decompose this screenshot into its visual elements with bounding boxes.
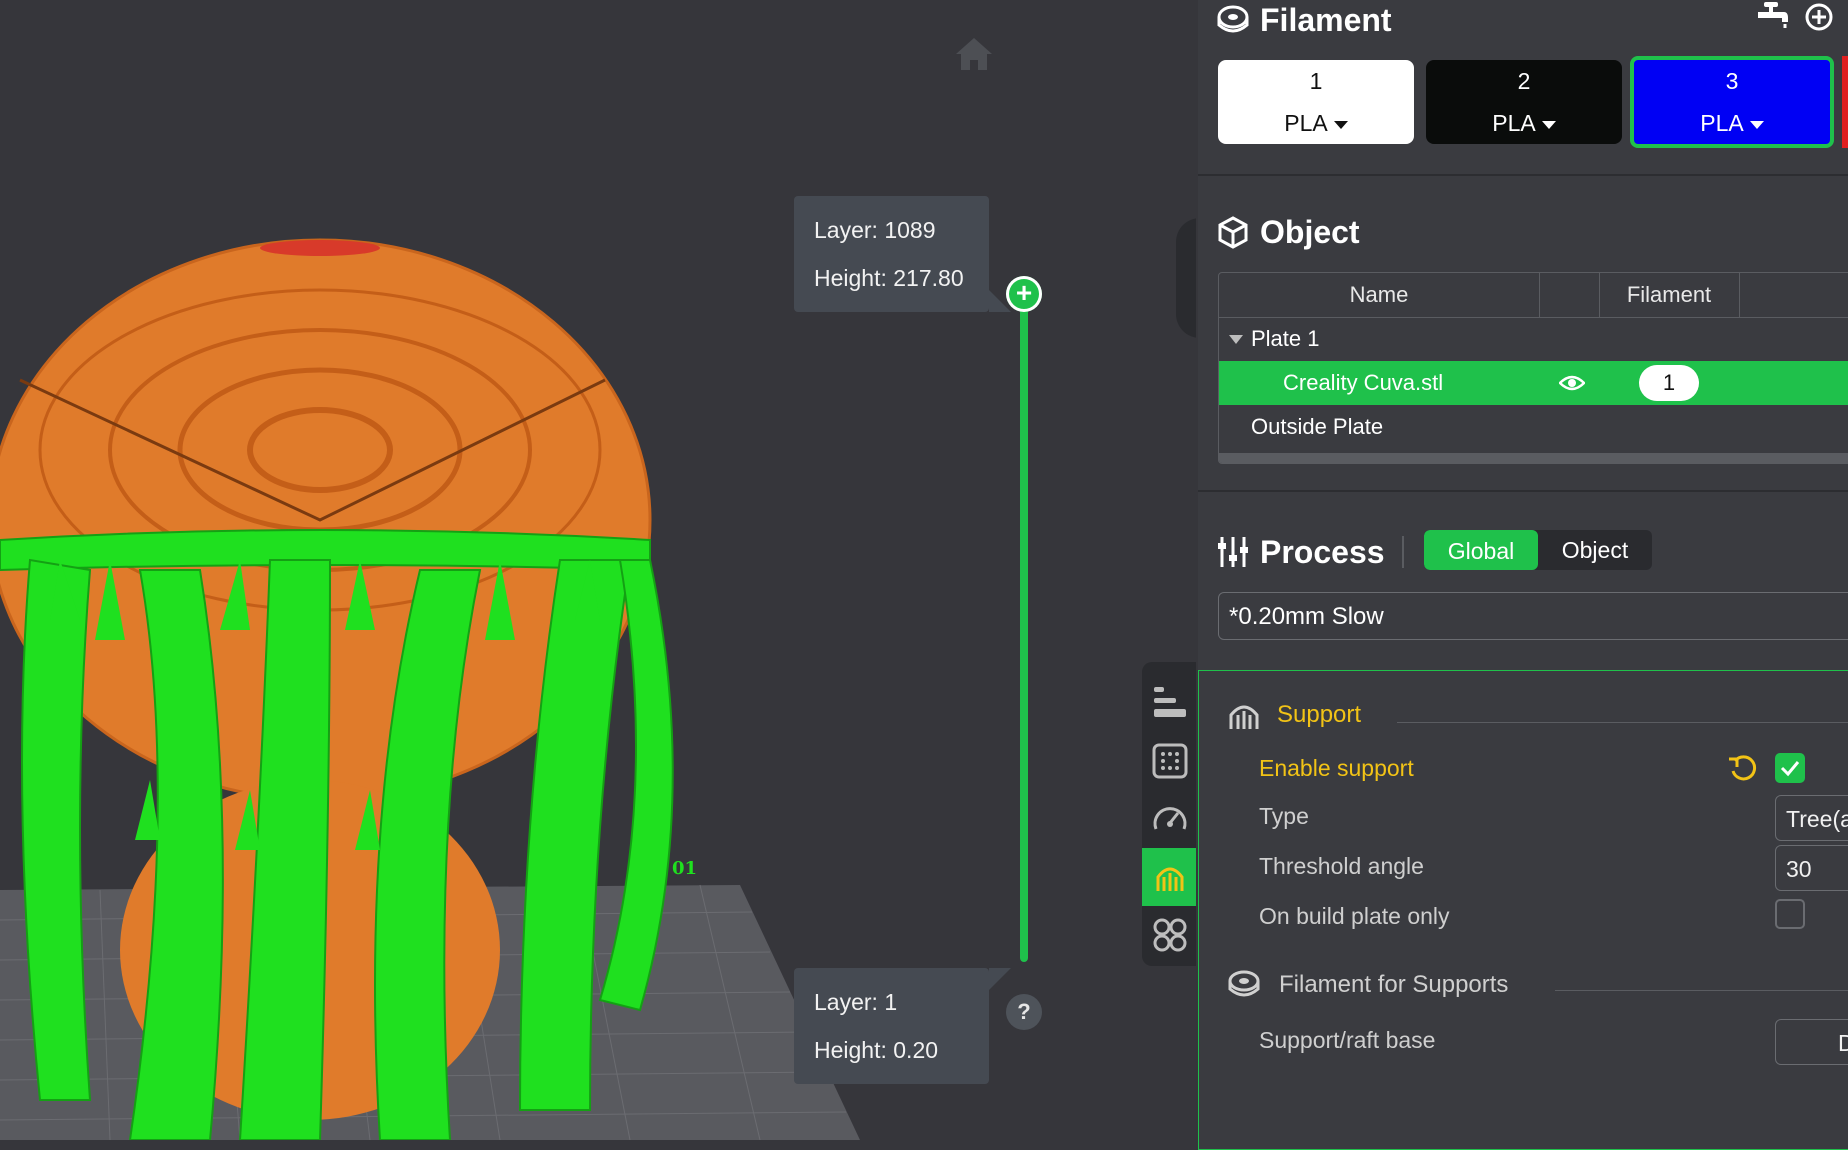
bottom-layer-height: Height: 0.20 [814, 1037, 939, 1063]
support-icon [1229, 705, 1259, 729]
filament-slot-4-edge[interactable] [1842, 56, 1848, 148]
faucet-icon[interactable] [1756, 0, 1790, 35]
build-plate-only-label: On build plate only [1259, 903, 1450, 929]
raft-base-label: Support/raft base [1259, 1027, 1436, 1053]
filament-section-title: Filament [1216, 0, 1392, 40]
filament-slot-1-type: PLA [1284, 110, 1328, 136]
object-list-header: Name Filament [1219, 273, 1848, 318]
vertical-toolbar [1142, 662, 1196, 966]
column-name[interactable]: Name [1219, 273, 1540, 317]
layers-icon [1154, 687, 1186, 717]
filament-slot-2[interactable]: 2 PLA [1426, 60, 1622, 144]
group-divider [1555, 990, 1848, 991]
top-layer-tooltip: Layer: 1089 Height: 217.80 [794, 196, 1011, 312]
eye-icon[interactable] [1559, 373, 1585, 393]
plate-number-label: 01 [672, 858, 698, 879]
raft-base-select[interactable]: Default [1775, 1019, 1848, 1065]
process-preset-select[interactable]: *0.20mm Slow [1218, 592, 1848, 640]
horizontal-scrollbar[interactable] [1219, 453, 1848, 463]
3d-preview-viewport[interactable]: 01 Layer: 1089 Height: 217.80 Layer: 1 H… [0, 0, 1196, 1140]
support-group-header: Support [1227, 699, 1361, 731]
process-title: Process [1260, 533, 1385, 570]
triangle-down-icon[interactable] [1229, 335, 1243, 344]
build-plate [0, 238, 860, 1140]
check-icon [1780, 761, 1800, 777]
others-tool[interactable] [1142, 906, 1196, 964]
outside-plate-name: Outside Plate [1251, 414, 1384, 439]
layer-slider-track[interactable] [1020, 290, 1028, 962]
top-layer-height: Height: 217.80 [814, 265, 964, 291]
filament-slot-2-type: PLA [1492, 110, 1536, 136]
plus-icon: + [1015, 277, 1033, 308]
process-scope-toggle: Global Object [1424, 530, 1652, 570]
cube-icon [1218, 216, 1248, 249]
quality-tool[interactable] [1142, 732, 1196, 790]
filament-supports-title: Filament for Supports [1279, 971, 1509, 998]
plate-name: Plate 1 [1251, 326, 1320, 351]
reset-icon[interactable] [1727, 753, 1761, 785]
speed-tool[interactable] [1142, 790, 1196, 848]
section-divider [1198, 490, 1848, 492]
filament-title: Filament [1260, 1, 1392, 38]
bottom-layer-number: Layer: 1 [814, 989, 898, 1015]
outside-plate-row[interactable]: Outside Plate [1219, 405, 1848, 449]
group-divider [1397, 722, 1848, 723]
object-list-table: Name Filament Plate 1 Creality Cuva.stl … [1218, 272, 1848, 464]
support-tool[interactable] [1142, 848, 1196, 906]
filament-slot-3-type: PLA [1700, 110, 1744, 136]
filament-supports-header: Filament for Supports [1227, 969, 1508, 1001]
add-filament-icon[interactable] [1804, 2, 1834, 37]
title-separator [1402, 536, 1404, 568]
object-filament-badge[interactable]: 1 [1639, 365, 1699, 401]
plate-row[interactable]: Plate 1 [1219, 317, 1848, 361]
filament-spool-icon [1228, 970, 1260, 997]
support-type-select[interactable]: Tree(auto) [1775, 795, 1848, 841]
top-layer-number: Layer: 1089 [814, 217, 936, 243]
bottom-layer-tooltip: Layer: 1 Height: 0.20 [794, 968, 1011, 1084]
filament-slot-2-index: 2 [1517, 68, 1531, 94]
section-divider [1198, 174, 1848, 176]
enable-support-label: Enable support [1259, 755, 1414, 781]
speedometer-icon [1153, 807, 1187, 830]
column-visibility[interactable] [1539, 273, 1600, 317]
process-section-title: Process [1216, 530, 1385, 574]
support-group-title: Support [1277, 701, 1362, 728]
filament-slot-1[interactable]: 1 PLA [1218, 60, 1414, 144]
threshold-angle-label: Threshold angle [1259, 853, 1424, 879]
sliders-icon [1218, 537, 1248, 567]
support-icon [1156, 867, 1184, 891]
column-extra[interactable] [1739, 273, 1848, 317]
filament-slot-3[interactable]: 3 PLA [1630, 56, 1834, 148]
build-plate-only-checkbox[interactable] [1775, 899, 1805, 929]
object-title: Object [1260, 213, 1360, 250]
tab-object[interactable]: Object [1538, 530, 1652, 570]
object-name: Creality Cuva.stl [1283, 370, 1444, 395]
threshold-angle-input[interactable]: 30 [1775, 845, 1848, 891]
panel-collapse-handle[interactable] [1176, 218, 1196, 338]
object-row-selected[interactable]: Creality Cuva.stl 1 [1219, 361, 1848, 405]
home-icon[interactable] [952, 32, 996, 76]
object-section-title: Object [1216, 210, 1360, 254]
enable-support-checkbox[interactable] [1775, 753, 1805, 783]
caret-down-icon [1749, 120, 1764, 129]
caret-down-icon [1541, 120, 1556, 129]
filament-spool-icon [1217, 5, 1249, 33]
caret-down-icon [1333, 120, 1348, 129]
help-icon[interactable]: ? [1006, 994, 1042, 1030]
tab-global[interactable]: Global [1424, 530, 1538, 570]
support-settings-box: Support Enable support Type Tree(auto) T… [1198, 670, 1848, 1150]
dotted-square-icon [1152, 743, 1188, 779]
column-filament[interactable]: Filament [1599, 273, 1740, 317]
layers-tool[interactable] [1142, 674, 1196, 732]
command-icon [1153, 918, 1187, 952]
filament-slot-1-index: 1 [1309, 68, 1323, 94]
filament-slot-3-index: 3 [1725, 68, 1739, 94]
layer-slider-top-thumb[interactable]: + [1006, 276, 1042, 312]
type-label: Type [1259, 803, 1309, 829]
